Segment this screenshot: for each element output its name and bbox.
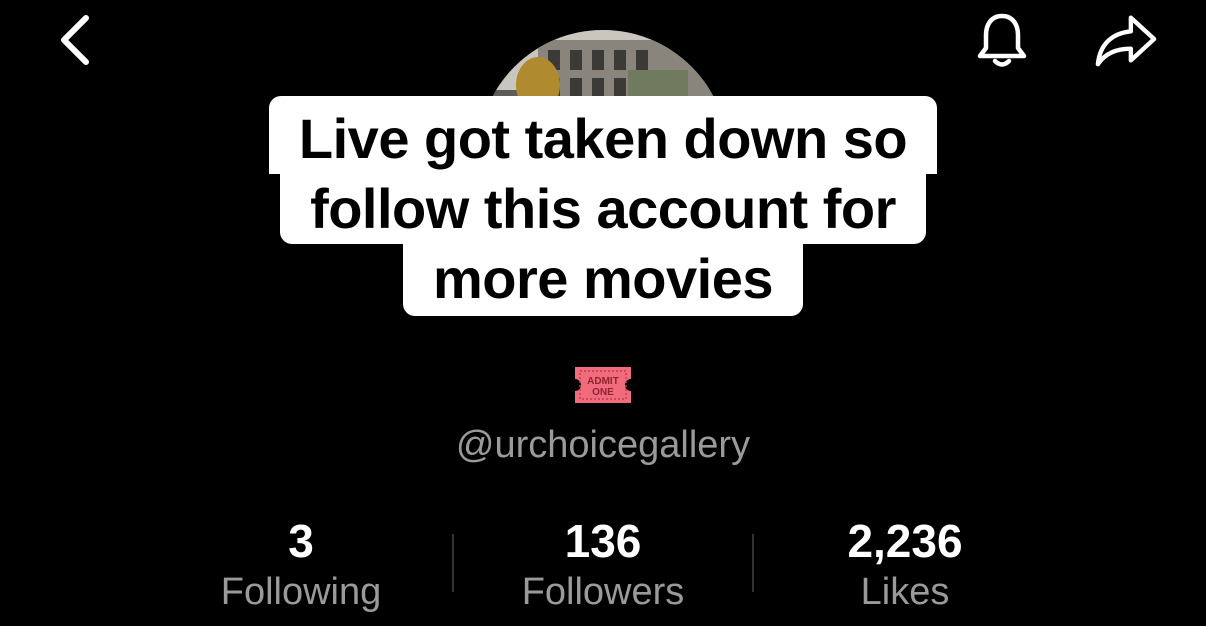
caption-line-2: follow this account for [280, 174, 926, 244]
stat-divider [752, 534, 754, 592]
admit-one-ticket-icon: ADMIT ONE [571, 363, 635, 407]
notification-bell-button[interactable] [970, 8, 1034, 72]
stat-value: 3 [288, 515, 314, 567]
stat-following[interactable]: 3 Following [150, 512, 452, 622]
username: @urchoicegallery [455, 424, 751, 466]
stat-label: Followers [521, 571, 685, 613]
caption-line-1: Live got taken down so [268, 96, 938, 174]
back-button[interactable] [44, 8, 108, 72]
caption-line-3: more movies [403, 244, 803, 316]
share-button[interactable] [1094, 8, 1158, 72]
stat-label: Following [220, 571, 382, 613]
stat-divider [452, 534, 454, 592]
ticket-text-1: ADMIT [587, 376, 619, 387]
stat-value: 2,236 [847, 515, 963, 567]
stat-followers[interactable]: 136 Followers [452, 512, 754, 622]
share-arrow-icon [1095, 15, 1157, 67]
caption-overlay: Live got taken down so follow this accou… [0, 96, 1206, 316]
chevron-left-icon [61, 15, 89, 65]
profile-stats: 3 Following 136 Followers 2,236 Likes [150, 512, 1056, 622]
stat-value: 136 [564, 515, 642, 567]
stat-likes[interactable]: 2,236 Likes [754, 512, 1056, 622]
stat-label: Likes [860, 571, 950, 613]
bell-icon [977, 13, 1027, 67]
ticket-text-2: ONE [592, 387, 614, 398]
